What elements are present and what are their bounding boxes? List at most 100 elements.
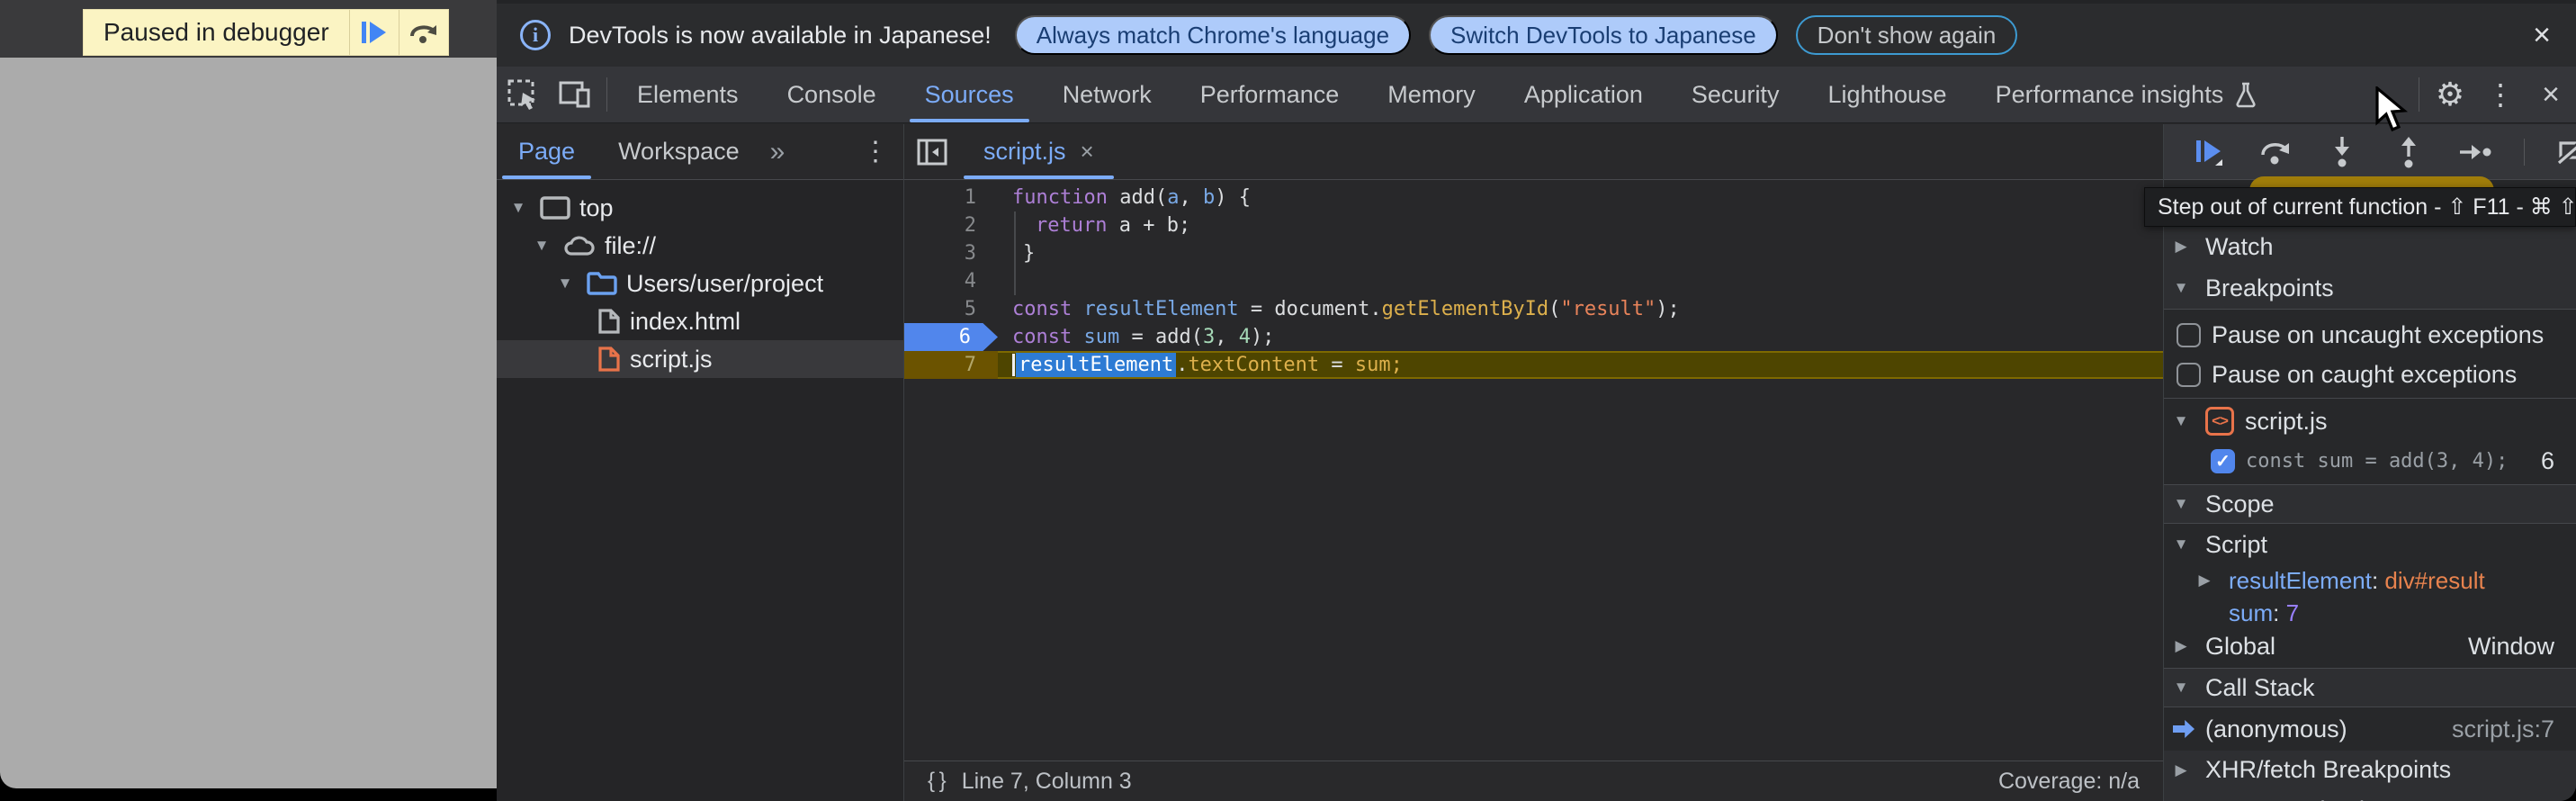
- caret-right-icon[interactable]: ▶: [2168, 761, 2195, 779]
- caret-down-icon[interactable]: ▼: [552, 274, 578, 292]
- resume-script-execution-button[interactable]: [2191, 134, 2227, 170]
- scope-section-header[interactable]: ▼ Scope: [2164, 485, 2576, 523]
- breakpoint-file-group[interactable]: ▼ <> script.js: [2164, 400, 2576, 442]
- file-tree: ▼ top ▼ file:// ▼: [497, 180, 903, 378]
- navigator-menu-kebab-icon[interactable]: ⋮: [862, 136, 889, 167]
- caret-down-icon[interactable]: ▼: [2168, 536, 2195, 554]
- global-value-label: Window: [2468, 633, 2572, 661]
- script-file-badge-icon: <>: [2205, 407, 2234, 436]
- more-tabs-chevron-icon[interactable]: »: [761, 137, 794, 167]
- caret-down-icon[interactable]: ▼: [2168, 279, 2195, 297]
- pause-uncaught-checkbox[interactable]: [2177, 323, 2201, 347]
- dont-show-again-button[interactable]: Don't show again: [1796, 15, 2018, 55]
- cursor-position-label: Line 7, Column 3: [962, 769, 1132, 795]
- step-out-tooltip: Step out of current function - ⇧ F11 - ⌘…: [2144, 187, 2576, 227]
- tab-network[interactable]: Network: [1038, 67, 1176, 122]
- match-chrome-language-button[interactable]: Always match Chrome's language: [1015, 15, 1411, 55]
- tree-item-script-js[interactable]: script.js: [497, 340, 903, 378]
- close-tab-icon[interactable]: ×: [1081, 138, 1094, 166]
- navigator-tab-workspace[interactable]: Workspace: [597, 124, 761, 179]
- caret-right-icon[interactable]: ▶: [2168, 637, 2195, 655]
- folder-icon: [587, 271, 617, 296]
- divider: [2164, 309, 2576, 310]
- xhr-breakpoints-section-header[interactable]: ▶ XHR/fetch Breakpoints: [2164, 751, 2576, 789]
- tab-security[interactable]: Security: [1667, 67, 1804, 122]
- gutter-line-2[interactable]: 2: [904, 212, 998, 239]
- code-line-4[interactable]: 4: [904, 267, 2163, 295]
- gutter-line-7[interactable]: 7: [904, 351, 998, 379]
- call-stack-frame-anonymous[interactable]: (anonymous) script.js:7: [2164, 709, 2576, 749]
- settings-gear-icon[interactable]: ⚙: [2425, 67, 2475, 122]
- step-out-icon: [2397, 135, 2420, 169]
- step-over-next-function-call-button[interactable]: [2257, 134, 2293, 170]
- scope-script-group[interactable]: ▼ Script: [2164, 526, 2576, 563]
- tree-item-file-protocol[interactable]: ▼ file://: [497, 227, 903, 265]
- gutter-line-5[interactable]: 5: [904, 295, 998, 323]
- paused-banner-label: Paused in debugger: [84, 10, 349, 55]
- caret-down-icon[interactable]: ▼: [2168, 679, 2195, 697]
- resume-icon: [2194, 137, 2224, 167]
- breakpoint-entry[interactable]: ✓ const sum = add(3, 4); 6: [2164, 442, 2576, 480]
- more-options-kebab-icon[interactable]: ⋮: [2475, 67, 2526, 122]
- deactivate-breakpoints-button[interactable]: [2555, 134, 2576, 170]
- tab-application[interactable]: Application: [1500, 67, 1667, 122]
- device-toolbar-button[interactable]: [549, 67, 601, 122]
- caret-down-icon[interactable]: ▼: [2168, 412, 2195, 430]
- device-toolbar-icon: [559, 79, 591, 110]
- scope-var-resultelement[interactable]: ▶ resultElement: div#result: [2164, 563, 2576, 598]
- pause-on-uncaught-exceptions-row[interactable]: Pause on uncaught exceptions: [2164, 313, 2576, 356]
- step-over-button[interactable]: [399, 10, 448, 55]
- scope-global-group[interactable]: ▶ Global Window: [2164, 628, 2576, 664]
- code-line-2[interactable]: 2 return a + b;: [904, 212, 2163, 239]
- watch-section-header[interactable]: ▶ Watch: [2164, 226, 2576, 267]
- tab-elements[interactable]: Elements: [613, 67, 763, 122]
- step-over-icon: [408, 20, 439, 45]
- resume-script-button[interactable]: [350, 10, 399, 55]
- editor-status-bar: { } Line 7, Column 3 Coverage: n/a: [904, 760, 2163, 801]
- code-line-1[interactable]: 1 function add(a, b) {: [904, 184, 2163, 212]
- step-into-next-function-call-button[interactable]: [2324, 134, 2360, 170]
- tab-sources[interactable]: Sources: [901, 67, 1038, 122]
- switch-to-japanese-button[interactable]: Switch DevTools to Japanese: [1429, 15, 1778, 55]
- tree-item-top[interactable]: ▼ top: [497, 189, 903, 227]
- caret-down-icon[interactable]: ▼: [2168, 495, 2195, 513]
- step-out-of-current-function-button[interactable]: [2391, 134, 2427, 170]
- code-line-5[interactable]: 5 const resultElement = document.getElem…: [904, 295, 2163, 323]
- pause-caught-checkbox[interactable]: [2177, 363, 2201, 387]
- gutter-line-1[interactable]: 1: [904, 184, 998, 212]
- divider: [2164, 523, 2576, 524]
- infobar-close-icon[interactable]: ×: [2533, 18, 2551, 53]
- caret-down-icon[interactable]: ▼: [529, 237, 554, 255]
- navigator-tab-page[interactable]: Page: [497, 124, 597, 179]
- collapse-sidebar-button[interactable]: [904, 124, 960, 179]
- tab-performance-insights[interactable]: Performance insights: [1971, 67, 2283, 122]
- tab-console[interactable]: Console: [763, 67, 901, 122]
- tab-lighthouse[interactable]: Lighthouse: [1803, 67, 1970, 122]
- call-stack-section-header[interactable]: ▼ Call Stack: [2164, 669, 2576, 706]
- caret-right-icon[interactable]: ▶: [2168, 238, 2195, 256]
- breakpoint-marker-line-6[interactable]: 6: [904, 323, 998, 351]
- pretty-print-braces-icon[interactable]: { }: [928, 769, 946, 794]
- navigator-tabstrip: Page Workspace » ⋮: [497, 124, 903, 180]
- gutter-line-3[interactable]: 3: [904, 239, 998, 267]
- breakpoints-section-header[interactable]: ▼ Breakpoints: [2164, 267, 2576, 309]
- scope-var-sum[interactable]: sum: 7: [2164, 598, 2576, 628]
- code-line-6[interactable]: 6 const sum = add(3, 4);: [904, 323, 2163, 351]
- tree-item-index-html[interactable]: index.html: [497, 302, 903, 340]
- code-line-3[interactable]: 3 }: [904, 239, 2163, 267]
- tab-memory[interactable]: Memory: [1363, 67, 1500, 122]
- tree-item-project-folder[interactable]: ▼ Users/user/project: [497, 265, 903, 302]
- gutter-line-4[interactable]: 4: [904, 267, 998, 295]
- step-button[interactable]: [2457, 134, 2493, 170]
- editor-tab-script-js[interactable]: script.js ×: [960, 124, 1117, 179]
- code-line-7-execution-line[interactable]: 7 resultElement.textContent = sum;: [904, 351, 2163, 379]
- pause-on-caught-exceptions-row[interactable]: Pause on caught exceptions: [2164, 356, 2576, 392]
- coverage-label: Coverage: n/a: [1998, 769, 2140, 795]
- caret-right-icon[interactable]: ▶: [2191, 572, 2218, 590]
- tab-performance[interactable]: Performance: [1176, 67, 1364, 122]
- dom-breakpoints-section-header[interactable]: ▶ DOM Breakpoints: [2164, 789, 2576, 801]
- caret-down-icon[interactable]: ▼: [506, 199, 531, 217]
- breakpoint-checkbox[interactable]: ✓: [2211, 449, 2235, 473]
- devtools-close-icon[interactable]: ×: [2526, 67, 2576, 122]
- inspect-element-button[interactable]: [497, 67, 549, 122]
